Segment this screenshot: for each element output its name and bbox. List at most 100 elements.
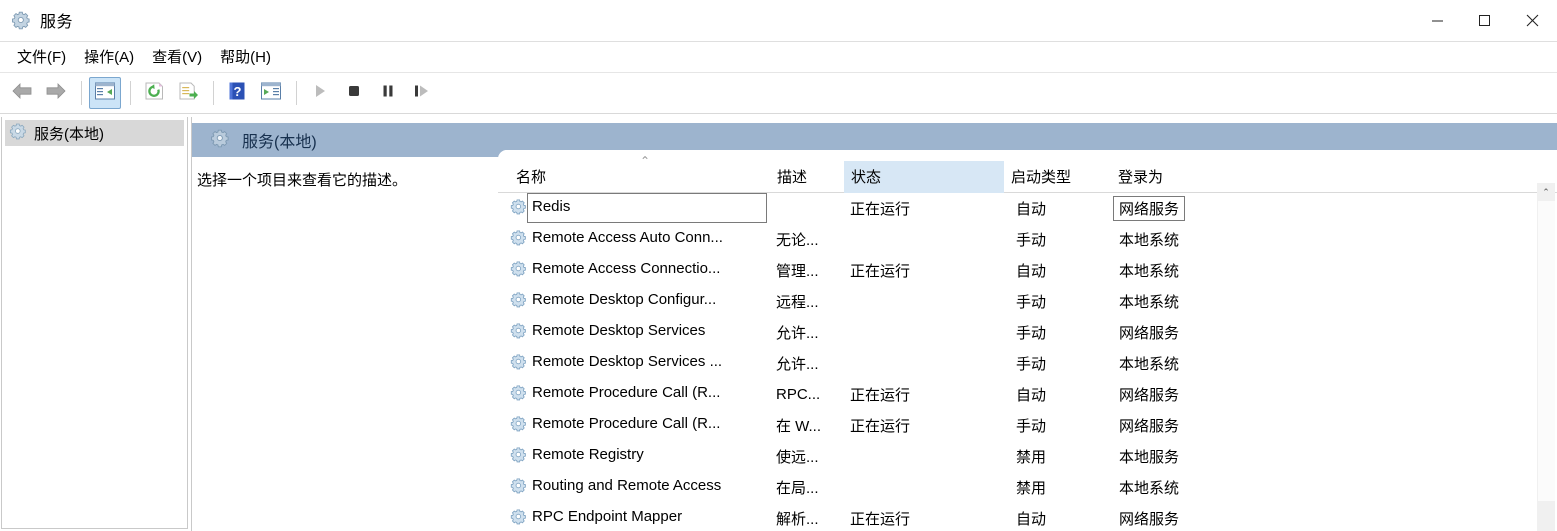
cell-service-name-wrap[interactable]: Remote Desktop Services ... (528, 349, 766, 377)
cell-service-startup-type: 手动 (1016, 294, 1047, 311)
column-header-description[interactable]: 描述 (777, 166, 807, 187)
table-row[interactable]: Remote Access Auto Conn... 无论... 手动 本地系统 (498, 224, 1557, 255)
cell-service-status: 正在运行 (850, 387, 911, 404)
cell-service-name-wrap[interactable]: Remote Procedure Call (R... (528, 411, 766, 439)
service-gear-icon (510, 198, 527, 219)
cell-service-log-on-as: 本地系统 (1119, 356, 1180, 373)
pane-header-title: 服务(本地) (242, 134, 317, 151)
list-header-row: ⌃ 名称 描述 状态 启动类型 登录为 (498, 150, 1557, 193)
menu-help[interactable]: 帮助(H) (211, 43, 280, 70)
cell-service-name-wrap[interactable]: Remote Desktop Services (528, 318, 766, 346)
cell-service-log-on-as: 本地系统 (1119, 480, 1180, 497)
service-gear-icon (510, 353, 527, 374)
vertical-scrollbar[interactable]: ⌃ (1537, 183, 1555, 531)
service-gear-icon (510, 415, 527, 436)
minimize-button[interactable] (1414, 0, 1461, 40)
cell-service-name-wrap[interactable]: Remote Procedure Call (R... (528, 380, 766, 408)
export-list-button[interactable] (172, 77, 204, 109)
cell-service-status: 正在运行 (850, 418, 911, 435)
cell-service-startup-type: 自动 (1016, 387, 1047, 404)
cell-service-name-wrap[interactable]: Remote Registry (528, 442, 766, 470)
toolbar-separator (213, 81, 214, 105)
cell-service-name-wrap[interactable]: Remote Access Auto Conn... (528, 225, 766, 253)
column-header-name[interactable]: 名称 (516, 166, 546, 187)
table-row[interactable]: Routing and Remote Access 在局... 禁用 本地系统 (498, 472, 1557, 503)
pane-description: 选择一个项目来查看它的描述。 (197, 172, 408, 189)
table-row[interactable]: Redis 正在运行 自动 网络服务 (498, 193, 1557, 224)
cell-service-description: 远程... (776, 294, 819, 311)
cell-service-status: 正在运行 (850, 511, 911, 528)
cell-service-name-wrap[interactable]: Routing and Remote Access (528, 473, 766, 501)
table-row[interactable]: RPC Endpoint Mapper 解析... 正在运行 自动 网络服务 (498, 503, 1557, 531)
services-window: 服务 文件(F) 操作(A) 查看(V) 帮助(H) ? 服务(本地) 服务(本… (0, 0, 1557, 531)
services-gear-icon (9, 122, 27, 145)
cell-service-name-wrap[interactable]: RPC Endpoint Mapper (528, 504, 766, 531)
menu-view[interactable]: 查看(V) (143, 43, 211, 70)
toolbar-separator (296, 81, 297, 105)
table-row[interactable]: Remote Desktop Services ... 允许... 手动 本地系统 (498, 348, 1557, 379)
show-action-pane-button[interactable] (255, 77, 287, 109)
cell-service-startup-type: 禁用 (1016, 449, 1047, 466)
help-button[interactable]: ? (221, 77, 253, 109)
menu-action[interactable]: 操作(A) (75, 43, 143, 70)
show-hide-console-tree-button[interactable] (89, 77, 121, 109)
pause-service-button[interactable] (372, 77, 404, 109)
tree-item-label: 服务(本地) (34, 125, 104, 143)
stop-service-button[interactable] (338, 77, 370, 109)
pause-service-icon (379, 82, 397, 105)
table-row[interactable]: Remote Desktop Configur... 远程... 手动 本地系统 (498, 286, 1557, 317)
cell-service-description: 允许... (776, 325, 819, 342)
forward-icon (44, 81, 68, 106)
column-header-status[interactable]: 状态 (851, 166, 881, 187)
cell-service-description: RPC... (776, 386, 821, 403)
start-service-button[interactable] (304, 77, 336, 109)
refresh-button[interactable] (138, 77, 170, 109)
close-button[interactable] (1508, 0, 1557, 40)
cell-service-log-on-as: 网络服务 (1119, 325, 1180, 342)
service-gear-icon (510, 477, 527, 498)
cell-service-description: 无论... (776, 232, 819, 249)
table-row[interactable]: Remote Desktop Services 允许... 手动 网络服务 (498, 317, 1557, 348)
services-gear-icon (10, 9, 32, 31)
cell-service-log-on-as: 网络服务 (1119, 418, 1180, 435)
column-header-startup-type[interactable]: 启动类型 (1011, 166, 1071, 187)
services-gear-icon (210, 128, 230, 153)
table-row[interactable]: Remote Registry 使远... 禁用 本地服务 (498, 441, 1557, 472)
cell-service-name: RPC Endpoint Mapper (532, 508, 683, 525)
menu-bar: 文件(F) 操作(A) 查看(V) 帮助(H) (0, 41, 1557, 71)
restart-service-button[interactable] (406, 77, 438, 109)
cell-service-name-wrap[interactable]: Remote Desktop Configur... (528, 287, 766, 315)
cell-service-description: 在局... (776, 480, 819, 497)
scroll-up-button[interactable]: ⌃ (1537, 183, 1555, 201)
list-body: Redis 正在运行 自动 网络服务 Remote Access Auto Conn..… (498, 193, 1557, 531)
stop-service-icon (345, 82, 363, 105)
table-row[interactable]: Remote Procedure Call (R... RPC... 正在运行 自动 网… (498, 379, 1557, 410)
forward-button[interactable] (40, 77, 72, 109)
cell-service-startup-type: 手动 (1016, 418, 1047, 435)
column-header-log-on-as[interactable]: 登录为 (1118, 166, 1163, 187)
maximize-button[interactable] (1461, 0, 1508, 40)
cell-service-log-on-as: 本地系统 (1119, 263, 1180, 280)
cell-service-name: Remote Procedure Call (R... (532, 415, 721, 432)
cell-service-name: Remote Desktop Services (532, 322, 706, 339)
main-area: 服务(本地) 服务(本地) 选择一个项目来查看它的描述。 ⌃ 名称 描述 状态 … (0, 115, 1557, 531)
cell-service-name-wrap[interactable]: Remote Access Connectio... (528, 256, 766, 284)
scrollbar-thumb[interactable] (1537, 201, 1555, 501)
table-row[interactable]: Remote Procedure Call (R... 在 W... 正在运行 手动 网… (498, 410, 1557, 441)
back-button[interactable] (6, 77, 38, 109)
cell-service-name-wrap[interactable]: Redis (527, 193, 767, 223)
table-row[interactable]: Remote Access Connectio... 管理... 正在运行 自动 本地系… (498, 255, 1557, 286)
cell-service-description: 管理... (776, 263, 819, 280)
tree-item-services-local[interactable]: 服务(本地) (5, 120, 184, 146)
service-gear-icon (510, 229, 527, 250)
cell-service-name: Remote Procedure Call (R... (532, 384, 721, 401)
toolbar-separator (81, 81, 82, 105)
cell-service-description: 使远... (776, 449, 819, 466)
menu-file[interactable]: 文件(F) (8, 43, 75, 70)
service-gear-icon (510, 508, 527, 529)
cell-service-description: 允许... (776, 356, 819, 373)
service-gear-icon (510, 291, 527, 312)
show-hide-console-tree-icon (94, 81, 116, 106)
services-list: ⌃ 名称 描述 状态 启动类型 登录为 Redis 正在运行 自动 网络服务 Remot… (498, 150, 1557, 531)
cell-service-log-on-as: 本地服务 (1119, 449, 1180, 466)
